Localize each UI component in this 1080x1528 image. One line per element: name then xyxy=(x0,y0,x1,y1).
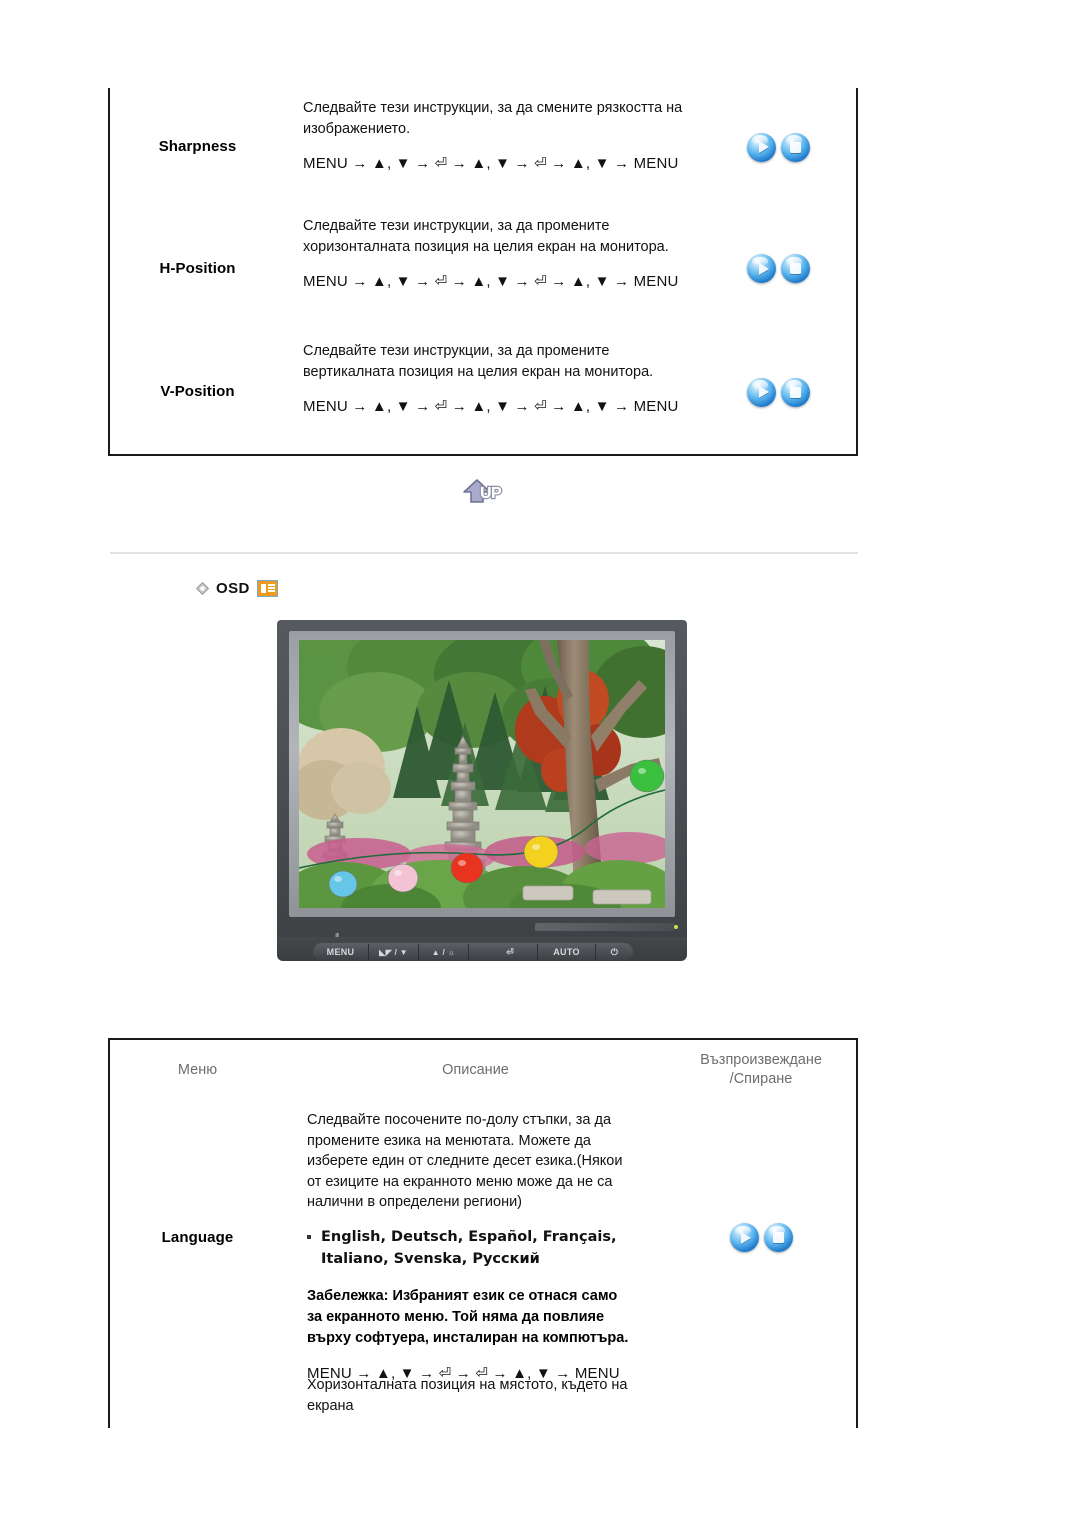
language-list-text: English, Deutsch, Español, Français, Ita… xyxy=(321,1228,617,1267)
menu-label-h-position: H-Position xyxy=(159,259,236,277)
row-menu-cell: Language xyxy=(110,1100,285,1375)
scroll-to-top-button[interactable]: UP UP xyxy=(462,478,514,510)
play-icon xyxy=(730,1223,759,1252)
menu-label-language: Language xyxy=(161,1228,234,1246)
osd-section-heading: OSD xyxy=(195,580,278,597)
monitor-screen xyxy=(299,640,665,908)
play-stop-buttons xyxy=(747,377,810,407)
description-text: Следвайте посочените по-долу стъпки, за … xyxy=(307,1112,623,1211)
description-text: Следвайте тези инструкции, за да промени… xyxy=(303,343,654,380)
row-menu-cell: Sharpness xyxy=(110,88,285,206)
auto-button[interactable]: AUTO xyxy=(538,944,596,960)
header-description: Описание xyxy=(442,1061,509,1078)
brightness-down-button[interactable]: ◣◤ / ▼ xyxy=(369,944,419,960)
play-icon xyxy=(747,254,776,283)
menu-label-sharpness: Sharpness xyxy=(158,138,237,155)
stop-button[interactable] xyxy=(763,1223,793,1252)
monitor-vent-strip xyxy=(535,923,675,931)
osd-section-title: OSD xyxy=(216,580,250,597)
settings-table-top: Sharpness Следвайте тези инструкции, за … xyxy=(108,88,858,456)
osd-window-icon xyxy=(256,580,278,597)
row-description-cell: Следвайте тези инструкции, за да смените… xyxy=(285,88,701,206)
language-list: English, Deutsch, Español, Français, Ita… xyxy=(307,1227,636,1271)
lcd-monitor-illustration: ||| MENU ◣◤ / ▼ ▲ / ☼ ⏎ AUTO ⏻ xyxy=(277,620,687,980)
play-icon xyxy=(747,378,776,407)
diamond-bullet-icon xyxy=(195,581,210,596)
monitor-button-bar: MENU ◣◤ / ▼ ▲ / ☼ ⏎ AUTO ⏻ xyxy=(313,943,633,961)
up-button-label: UP xyxy=(480,485,502,502)
stop-icon xyxy=(764,1223,793,1252)
menu-path-text: MENU → ▲, ▼ → ⏎ → ▲, ▼ → ⏎ → ▲, ▼ → MENU xyxy=(303,155,679,173)
row-menu-cell xyxy=(110,1375,285,1430)
monitor-bezel xyxy=(289,631,675,917)
stop-button[interactable] xyxy=(781,132,810,162)
garden-photo xyxy=(299,640,665,908)
stop-button[interactable] xyxy=(781,254,810,283)
row-controls-cell xyxy=(666,1100,856,1375)
play-button[interactable] xyxy=(729,1223,759,1252)
row-description-cell: Хоризонталната позиция на мястото, къдет… xyxy=(285,1375,666,1430)
description-text: Хоризонталната позиция на мястото, къдет… xyxy=(307,1377,628,1414)
header-play-stop: Възпроизвеждане /Спиране xyxy=(666,1051,856,1088)
play-button[interactable] xyxy=(747,254,776,283)
row-menu-cell: H-Position xyxy=(110,206,285,331)
play-button[interactable] xyxy=(747,377,776,407)
header-menu: Меню xyxy=(177,1061,218,1078)
play-stop-buttons xyxy=(747,254,810,283)
table-row: V-Position Следвайте тези инструкции, за… xyxy=(110,331,856,453)
play-button[interactable] xyxy=(747,132,776,162)
menu-button[interactable]: MENU xyxy=(313,944,369,960)
settings-table-bottom: Меню Описание Възпроизвеждане /Спиране L… xyxy=(108,1038,858,1428)
row-menu-cell: V-Position xyxy=(110,331,285,453)
power-button[interactable]: ⏻ xyxy=(596,944,633,960)
up-brightness-button[interactable]: ▲ / ☼ xyxy=(419,944,469,960)
menu-path-text: MENU → ▲, ▼ → ⏎ → ▲, ▼ → ⏎ → ▲, ▼ → MENU xyxy=(303,273,679,291)
note-text: Забележка: Избраният език се отнася само… xyxy=(307,1288,629,1347)
list-bullet-icon xyxy=(307,1234,311,1239)
row-controls-cell xyxy=(701,331,856,453)
enter-button[interactable]: ⏎ xyxy=(483,944,538,960)
play-icon xyxy=(747,133,776,162)
header-play-stop-line1: Възпроизвеждане xyxy=(700,1052,822,1069)
table-row: Language Следвайте посочените по-долу ст… xyxy=(110,1100,856,1382)
stop-icon xyxy=(781,254,810,283)
menu-path-text: MENU → ▲, ▼ → ⏎ → ▲, ▼ → ⏎ → ▲, ▼ → MENU xyxy=(303,398,679,416)
table-row: Хоризонталната позиция на мястото, къдет… xyxy=(110,1375,856,1430)
power-led-icon xyxy=(674,925,678,929)
monitor-body: ||| xyxy=(277,620,687,941)
stop-icon xyxy=(781,133,810,162)
description-text: Следвайте тези инструкции, за да смените… xyxy=(303,100,683,137)
table-row: Sharpness Следвайте тези инструкции, за … xyxy=(110,88,856,206)
row-controls-cell xyxy=(666,1375,856,1430)
row-controls-cell xyxy=(701,88,856,206)
button-bar-gap xyxy=(469,944,483,960)
table-header-row: Меню Описание Възпроизвеждане /Спиране xyxy=(110,1040,856,1100)
row-description-cell: Следвайте тези инструкции, за да промени… xyxy=(285,206,701,331)
description-text: Следвайте тези инструкции, за да промени… xyxy=(303,218,669,255)
play-stop-buttons xyxy=(747,132,810,162)
header-play-stop-line2: /Спиране xyxy=(729,1071,793,1087)
stop-icon xyxy=(781,378,810,407)
table-row: H-Position Следвайте тези инструкции, за… xyxy=(110,206,856,331)
stop-button[interactable] xyxy=(781,377,810,407)
section-divider xyxy=(110,552,858,554)
menu-label-v-position: V-Position xyxy=(160,383,235,400)
row-controls-cell xyxy=(701,206,856,331)
row-description-cell: Следвайте тези инструкции, за да промени… xyxy=(285,331,701,453)
play-stop-buttons xyxy=(729,1223,793,1252)
row-description-cell: Следвайте посочените по-долу стъпки, за … xyxy=(285,1100,666,1382)
